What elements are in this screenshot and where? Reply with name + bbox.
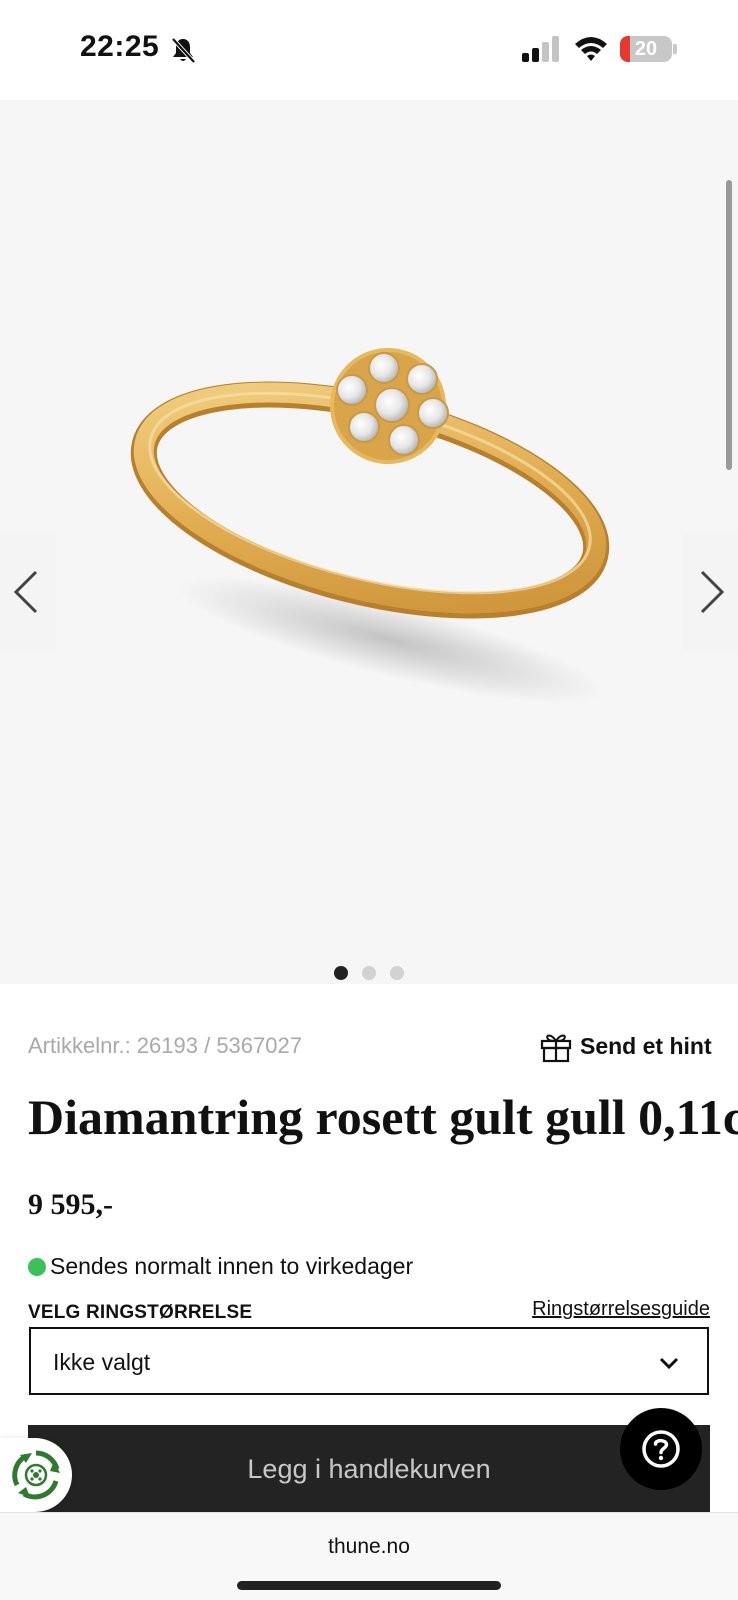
chevron-down-icon	[659, 1357, 679, 1370]
send-hint-label: Send et hint	[580, 1032, 712, 1059]
ring-size-value: Ikke valgt	[53, 1349, 151, 1375]
gift-icon	[540, 1034, 572, 1063]
gallery-next-button[interactable]	[682, 532, 738, 652]
status-time: 22:25	[80, 30, 160, 63]
availability-dot	[28, 1257, 46, 1276]
scrollbar[interactable]	[726, 180, 732, 470]
battery-level: 20	[634, 38, 658, 60]
bell-muted-icon	[171, 37, 196, 64]
recycle-icon	[12, 1450, 60, 1500]
battery-indicator: 20	[620, 36, 672, 62]
size-guide-link[interactable]: Ringstørrelsesguide	[532, 1298, 710, 1321]
help-button[interactable]	[620, 1408, 702, 1490]
ring-size-select[interactable]: Ikke valgt	[29, 1327, 709, 1395]
article-number: Artikkelnr.: 26193 / 5367027	[28, 1033, 302, 1058]
url-bar[interactable]: thune.no	[0, 1535, 738, 1559]
gallery-dot[interactable]	[390, 966, 404, 980]
product-price: 9 595,-	[28, 1188, 113, 1221]
send-hint-button[interactable]: Send et hint	[540, 1028, 712, 1064]
gallery-prev-button[interactable]	[0, 532, 56, 652]
gallery-dots	[0, 966, 738, 982]
chevron-left-icon	[13, 570, 38, 614]
ring-size-label: VELG RINGSTØRRELSE	[28, 1302, 253, 1323]
battery-cap	[673, 44, 677, 54]
delivery-status: Sendes normalt innen to virkedager	[28, 1253, 413, 1280]
delivery-text: Sendes normalt innen to virkedager	[50, 1253, 414, 1279]
recycle-badge[interactable]	[0, 1438, 72, 1512]
product-title: Diamantring rosett gult gull 0,11ct	[28, 1089, 738, 1145]
gallery-dot[interactable]	[334, 966, 348, 980]
gallery-dot[interactable]	[362, 966, 376, 980]
chevron-right-icon	[700, 570, 725, 614]
add-to-cart-button[interactable]: Legg i handlekurven	[28, 1425, 710, 1513]
product-gallery[interactable]	[0, 100, 738, 984]
question-icon	[642, 1430, 680, 1468]
signal-icon	[522, 36, 559, 62]
browser-bar: thune.no	[0, 1512, 738, 1600]
product-image	[130, 348, 610, 704]
wifi-icon	[575, 37, 607, 61]
status-bar: 22:25 20	[0, 0, 738, 100]
home-indicator[interactable]	[237, 1581, 501, 1590]
